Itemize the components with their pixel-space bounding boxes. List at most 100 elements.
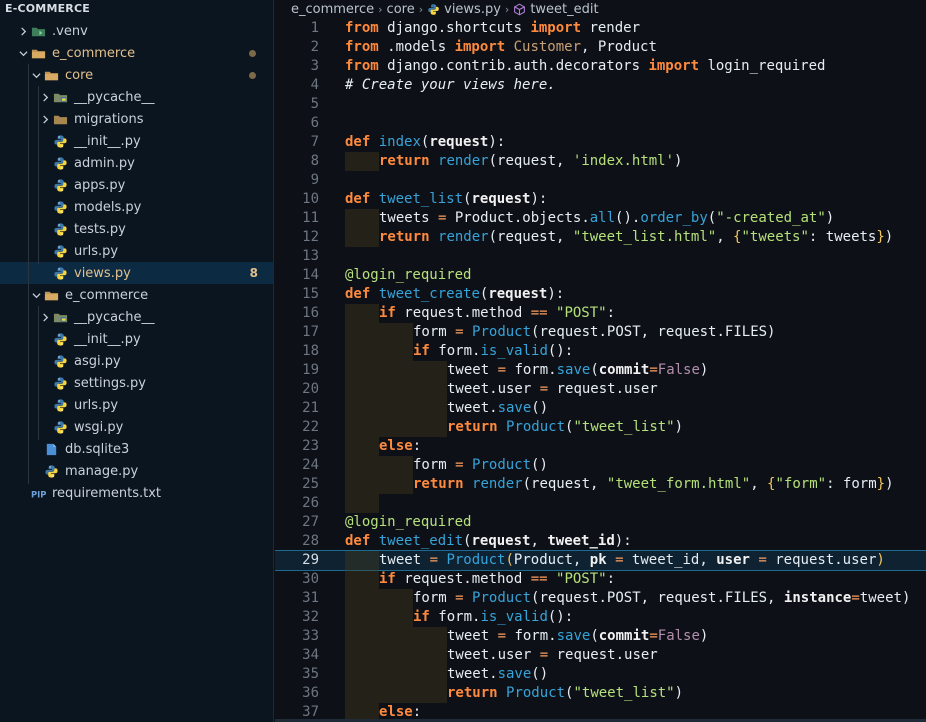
file-tree-item[interactable]: PIP requirements.txt — [0, 482, 273, 504]
file-tree-item[interactable]: migrations — [0, 108, 273, 130]
chevron-down-icon[interactable] — [29, 64, 43, 86]
line-number: 36 — [302, 685, 319, 701]
file-tree-item[interactable]: urls.py — [0, 240, 273, 262]
code-token: Product.objects. — [446, 210, 590, 226]
code-line[interactable]: 18 if form.is_valid(): — [275, 342, 926, 361]
chevron-right-icon[interactable] — [38, 306, 52, 328]
file-tree-item[interactable]: e_commerce — [0, 284, 273, 306]
file-tree-item[interactable]: admin.py — [0, 152, 273, 174]
file-tree-item[interactable]: tests.py — [0, 218, 273, 240]
code-line[interactable]: 23 else: — [275, 437, 926, 456]
code-token: all — [589, 210, 616, 226]
code-token: "tweet_form.html" — [606, 476, 751, 492]
file-tree-item[interactable]: __pycache__ — [0, 86, 273, 108]
code-line[interactable]: 26 — [275, 494, 926, 513]
file-tree-item[interactable]: __pycache__ — [0, 306, 273, 328]
code-line[interactable]: 4 # Create your views here. — [275, 76, 926, 95]
code-line[interactable]: 28 def tweet_edit(request, tweet_id): — [275, 532, 926, 551]
code-line[interactable]: 22 return Product("tweet_list") — [275, 418, 926, 437]
code-line[interactable]: 30 if request.method == "POST": — [275, 570, 926, 589]
code-text: from django.contrib.auth.decorators impo… — [345, 57, 825, 76]
code-line[interactable]: 12 return render(request, "tweet_list.htm… — [275, 228, 926, 247]
code-line[interactable]: 35 tweet.save() — [275, 665, 926, 684]
code-line[interactable]: 32 if form.is_valid(): — [275, 608, 926, 627]
code-token: == — [530, 571, 548, 587]
chevron-down-icon[interactable] — [29, 284, 43, 306]
code-token: tweet_create — [378, 286, 480, 302]
code-line[interactable]: 21 tweet.save() — [275, 399, 926, 418]
code-line[interactable]: 27 @login_required — [275, 513, 926, 532]
code-line[interactable]: 10 def tweet_list(request): — [275, 190, 926, 209]
code-line[interactable]: 9 — [275, 171, 926, 190]
code-token: ( — [707, 210, 717, 226]
code-line[interactable]: 8 return render(request, 'index.html') — [275, 152, 926, 171]
code-line[interactable]: 17 form = Product(request.POST, request.F… — [275, 323, 926, 342]
code-token: Product, — [513, 552, 590, 568]
code-line[interactable]: 15 def tweet_create(request): — [275, 285, 926, 304]
file-tree-item-label: asgi.py — [74, 353, 121, 369]
file-tree-item[interactable]: asgi.py — [0, 350, 273, 372]
file-tree-item[interactable]: wsgi.py — [0, 416, 273, 438]
code-line[interactable]: 34 tweet.user = request.user — [275, 646, 926, 665]
code-editor[interactable]: e_commerce › core › views.py › tweet_edit 1 fro… — [275, 0, 926, 722]
file-tree-item-label: __pycache__ — [74, 309, 155, 325]
code-line[interactable]: 16 if request.method == "POST": — [275, 304, 926, 323]
code-line[interactable]: 20 tweet.user = request.user — [275, 380, 926, 399]
file-tree-item[interactable]: core — [0, 64, 273, 86]
file-tree-item[interactable]: __init__.py — [0, 130, 273, 152]
modified-dot-icon — [249, 49, 256, 57]
indent-guide — [413, 665, 447, 684]
code-line[interactable]: 19 tweet = form.save(commit=False) — [275, 361, 926, 380]
code-token: return — [413, 476, 464, 492]
code-line[interactable]: 14 @login_required — [275, 266, 926, 285]
code-token: tweet — [447, 628, 498, 644]
code-line[interactable]: 31 form = Product(request.POST, request.F… — [275, 589, 926, 608]
code-line[interactable]: 7 def index(request): — [275, 133, 926, 152]
file-tree-item[interactable]: settings.py — [0, 372, 273, 394]
file-tree-item-label: e_commerce — [65, 287, 149, 303]
code-line[interactable]: 24 form = Product() — [275, 456, 926, 475]
indent-guide — [345, 627, 379, 646]
file-tree-item[interactable]: manage.py — [0, 460, 273, 482]
file-tree-item[interactable]: apps.py — [0, 174, 273, 196]
breadcrumb-item[interactable]: e_commerce — [291, 2, 374, 17]
code-line[interactable]: 25 return render(request, "tweet_form.htm… — [275, 475, 926, 494]
code-text: from .models import Customer, Product — [345, 38, 657, 57]
code-token: tweet_id — [547, 533, 615, 549]
file-tree-item[interactable]: .venv — [0, 20, 273, 42]
code-token: (request, — [522, 476, 607, 492]
code-line[interactable]: 29 tweet = Product(Product, pk = tweet_id… — [275, 550, 926, 571]
chevron-right-icon[interactable] — [16, 20, 30, 42]
code-line[interactable]: 1 from django.shortcuts import render — [275, 19, 926, 38]
code-line[interactable]: 3 from django.contrib.auth.decorators imp… — [275, 57, 926, 76]
file-tree-item[interactable]: __init__.py — [0, 328, 273, 350]
code-line[interactable]: 2 from .models import Customer, Product — [275, 38, 926, 57]
file-tree-item[interactable]: models.py — [0, 196, 273, 218]
code-line[interactable]: 6 — [275, 114, 926, 133]
code-token: } — [876, 229, 885, 245]
file-tree-item[interactable]: e_commerce — [0, 42, 273, 64]
code-token: order_by — [640, 210, 708, 226]
chevron-right-icon[interactable] — [38, 86, 52, 108]
chevron-right-icon[interactable] — [38, 108, 52, 130]
line-number: 4 — [310, 77, 319, 93]
file-tree-item[interactable]: views.py 8 — [0, 262, 273, 284]
file-tree-item[interactable]: urls.py — [0, 394, 273, 416]
file-tree-item[interactable]: db.sqlite3 — [0, 438, 273, 460]
code-line[interactable]: 13 — [275, 247, 926, 266]
chevron-down-icon[interactable] — [16, 42, 30, 64]
breadcrumb-item[interactable]: core — [387, 2, 415, 17]
code-line[interactable]: 11 tweets = Product.objects.all().order_b… — [275, 209, 926, 228]
breadcrumb-item[interactable]: views.py — [444, 2, 501, 17]
indent-guide — [379, 456, 413, 475]
code-line[interactable]: 33 tweet = form.save(commit=False) — [275, 627, 926, 646]
code-text: return Product("tweet_list") — [447, 684, 683, 703]
breadcrumb-item[interactable]: tweet_edit — [530, 2, 598, 17]
code-line[interactable]: 36 return Product("tweet_list") — [275, 684, 926, 703]
code-line[interactable]: 5 — [275, 95, 926, 114]
file-tree-item-label: __init__.py — [74, 133, 141, 149]
code-token: request.user — [766, 552, 877, 568]
